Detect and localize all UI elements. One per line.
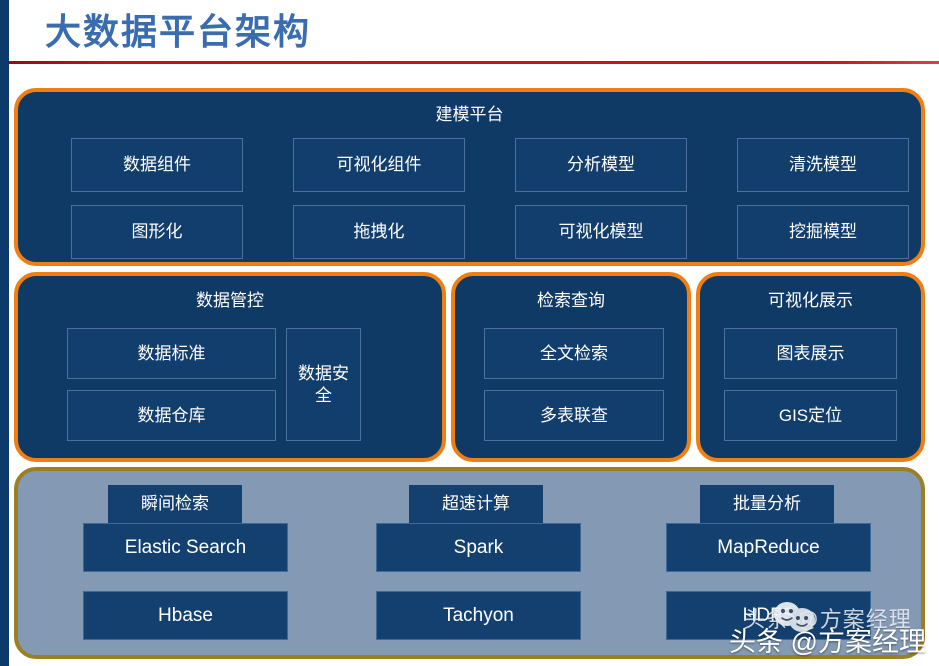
page-header: 大数据平台架构 [0, 0, 939, 72]
page-title: 大数据平台架构 [45, 11, 312, 52]
infra-cell-hbase[interactable]: Hbase [83, 591, 288, 640]
infra-cell-hdfs[interactable]: HDFS [666, 591, 871, 640]
infra-cell-spark[interactable]: Spark [376, 523, 581, 572]
cell-modeling-r2c3[interactable]: 可视化模型 [515, 205, 687, 259]
cell-modeling-r1c1[interactable]: 数据组件 [71, 138, 243, 192]
panel-visualization-display: 可视化展示 图表展示 GIS定位 [696, 272, 925, 462]
infra-cell-elastic-search[interactable]: Elastic Search [83, 523, 288, 572]
cell-modeling-r2c2[interactable]: 拖拽化 [293, 205, 465, 259]
title-divider-rule [0, 61, 939, 64]
infra-cell-mapreduce[interactable]: MapReduce [666, 523, 871, 572]
infra-label-batch-analysis: 批量分析 [700, 485, 834, 523]
panel-data-governance: 数据管控 数据标准 数据仓库 数据安全 [14, 272, 446, 462]
cell-governance-data-warehouse[interactable]: 数据仓库 [67, 390, 276, 441]
cell-modeling-r1c2[interactable]: 可视化组件 [293, 138, 465, 192]
panel-modeling-platform: 建模平台 数据组件 可视化组件 分析模型 清洗模型 图形化 拖拽化 可视化模型 … [14, 88, 925, 266]
cell-retrieval-fulltext[interactable]: 全文检索 [484, 328, 664, 379]
cell-modeling-r1c4[interactable]: 清洗模型 [737, 138, 909, 192]
infra-label-instant-search: 瞬间检索 [108, 485, 242, 523]
infra-cell-tachyon[interactable]: Tachyon [376, 591, 581, 640]
cell-governance-data-standard[interactable]: 数据标准 [67, 328, 276, 379]
cell-modeling-r2c1[interactable]: 图形化 [71, 205, 243, 259]
cell-retrieval-multitable[interactable]: 多表联查 [484, 390, 664, 441]
cell-visualization-chart[interactable]: 图表展示 [724, 328, 897, 379]
panel-retrieval-title: 检索查询 [537, 291, 605, 310]
panel-governance-title: 数据管控 [196, 291, 264, 310]
panel-modeling-title: 建模平台 [435, 105, 504, 124]
panel-visualization-title: 可视化展示 [768, 291, 853, 310]
left-accent-strip [0, 0, 9, 666]
cell-governance-data-security[interactable]: 数据安全 [286, 328, 361, 441]
panel-retrieval-query: 检索查询 全文检索 多表联查 [451, 272, 691, 462]
cell-modeling-r1c3[interactable]: 分析模型 [515, 138, 687, 192]
cell-modeling-r2c4[interactable]: 挖掘模型 [737, 205, 909, 259]
cell-visualization-gis[interactable]: GIS定位 [724, 390, 897, 441]
panel-infrastructure: 瞬间检索 Elastic Search Hbase 超速计算 Spark Tac… [14, 467, 925, 659]
infra-label-ultrafast-compute: 超速计算 [409, 485, 543, 523]
